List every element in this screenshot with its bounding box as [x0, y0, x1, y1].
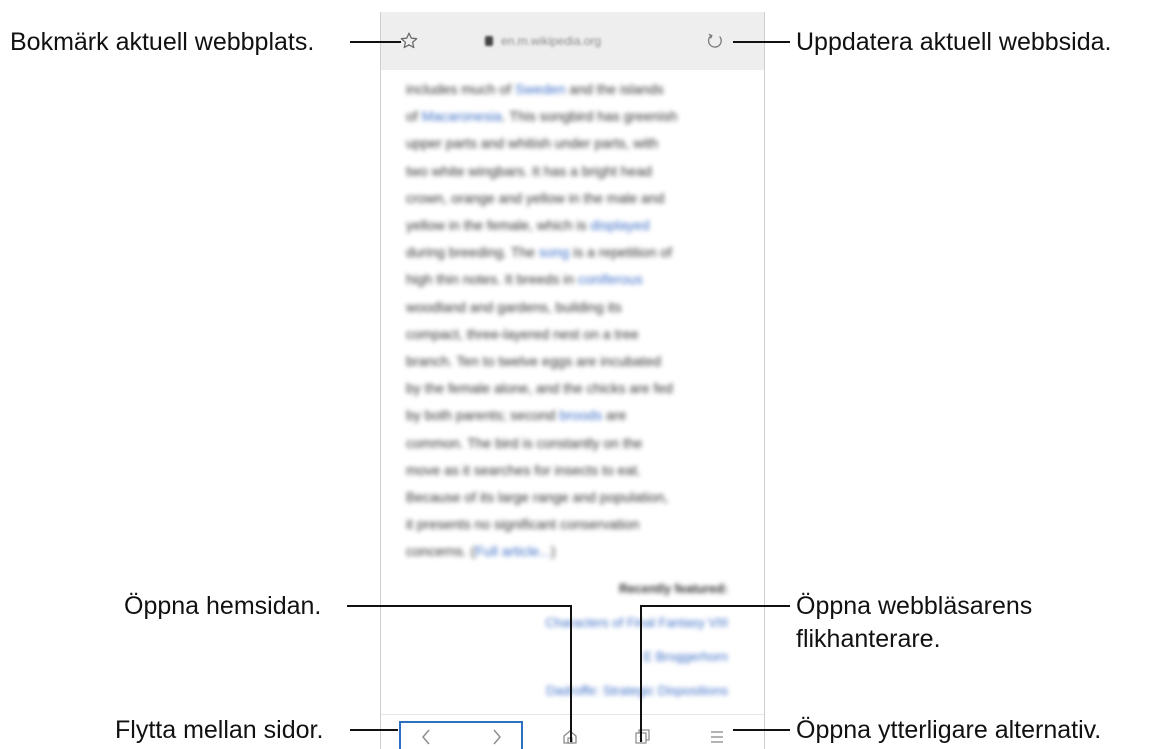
article-text: by both parents; second [406, 407, 560, 424]
article-text: by the female alone, and the chicks are … [406, 380, 673, 397]
leader-line [570, 605, 572, 742]
article-line: yellow in the female, which is displayed [406, 212, 736, 239]
article-line: high thin notes. It breeds in coniferous [406, 266, 736, 293]
article-line: Because of its large range and populatio… [406, 484, 736, 511]
related-link[interactable]: E Broggerhorn [406, 640, 728, 674]
refresh-icon[interactable] [703, 29, 727, 53]
callout-more-options: Öppna ytterligare alternativ. [796, 716, 1102, 744]
leader-line [347, 605, 572, 607]
article-line: move as it searches for insects to eat. [406, 457, 736, 484]
url-text: en.m.wikipedia.org [501, 34, 602, 48]
article-line: two white wingbars. It has a bright head [406, 158, 736, 185]
related-section: Recently featured: Characters of Final F… [406, 572, 728, 708]
leader-line [350, 41, 401, 43]
bottom-toolbar: 1 [381, 714, 764, 749]
url-field[interactable]: en.m.wikipedia.org [485, 32, 601, 50]
related-link[interactable]: Dadroffe: Strategic Dispositions [406, 674, 728, 708]
related-heading: Recently featured: [618, 582, 728, 596]
callout-tab-manager-line1: Öppna webbläsarens [796, 592, 1033, 620]
article-line: by both parents; second broods are [406, 402, 736, 429]
article-text: woodland and gardens, building its [406, 298, 622, 315]
menu-icon[interactable] [705, 725, 729, 749]
article-text: of [406, 108, 422, 125]
related-link[interactable]: Characters of Final Fantasy VIII [406, 606, 728, 640]
article-text: two white wingbars. It has a bright head [406, 162, 652, 179]
leader-line [350, 729, 398, 731]
article-line: branch. Ten to twelve eggs are incubated [406, 348, 736, 375]
article-line: during breeding. The song is a repetitio… [406, 239, 736, 266]
article-body: includes much of Sweden and the islands o… [406, 70, 736, 566]
browser-screen: en.m.wikipedia.org includes much of Swed… [380, 12, 765, 749]
article-line: upper parts and whitish under parts, wit… [406, 130, 736, 157]
callout-tab-manager-line2: flikhanterare. [796, 625, 941, 653]
article-text: crown, orange and yellow in the male and [406, 189, 665, 206]
article-text: are [602, 407, 627, 424]
manual-illustration: en.m.wikipedia.org includes much of Swed… [0, 0, 1150, 749]
callout-navigate: Flytta mellan sidor. [115, 716, 324, 744]
article-line: woodland and gardens, building its [406, 294, 736, 321]
article-text: common. The bird is constantly on the [406, 434, 643, 451]
article-text: and the islands [565, 81, 664, 97]
article-line: it presents no significant conservation [406, 511, 736, 538]
callout-bookmark: Bokmärk aktuell webbplats. [10, 28, 315, 56]
leader-line [640, 605, 642, 742]
callout-refresh: Uppdatera aktuell webbsida. [796, 28, 1112, 56]
article-line: compact, three-layered nest on a tree [406, 321, 736, 348]
article-text: branch. Ten to twelve eggs are incubated [406, 353, 662, 370]
article-line: includes much of Sweden and the islands [406, 76, 736, 103]
article-text: upper parts and whitish under parts, wit… [406, 135, 659, 152]
article-link[interactable]: Sweden [515, 81, 566, 97]
leader-line [640, 605, 790, 607]
leader-line [733, 729, 790, 731]
article-text: yellow in the female, which is [406, 217, 591, 234]
article-text: . This songbird has greenish [501, 108, 678, 125]
chevron-left-icon[interactable] [414, 725, 438, 749]
article-text: compact, three-layered nest on a tree [406, 325, 639, 342]
leader-line [733, 41, 790, 43]
article-line: crown, orange and yellow in the male and [406, 185, 736, 212]
article-text: concerns. ( [406, 543, 476, 560]
article-line: of Macaronesia. This songbird has greeni… [406, 103, 736, 130]
article-text: Because of its large range and populatio… [406, 489, 669, 506]
article-text: includes much of [406, 81, 515, 97]
lock-icon [485, 36, 493, 46]
article-link[interactable]: Macaronesia [422, 108, 502, 124]
article-link[interactable]: displayed [590, 217, 649, 233]
article-text: ) [550, 543, 556, 560]
chevron-right-icon[interactable] [485, 725, 509, 749]
article-link[interactable]: Full article... [475, 543, 550, 559]
address-bar: en.m.wikipedia.org [381, 12, 764, 70]
article-link[interactable]: broods [559, 407, 602, 423]
article-text: it presents no significant conservation [406, 516, 640, 533]
article-line: by the female alone, and the chicks are … [406, 375, 736, 402]
article-text: move as it searches for insects to eat. [406, 461, 641, 478]
callout-home: Öppna hemsidan. [124, 592, 322, 620]
article-text: is a repetition of [569, 244, 672, 261]
article-line: common. The bird is constantly on the [406, 430, 736, 457]
article-line: concerns. (Full article...) [406, 538, 736, 565]
tabs-icon[interactable]: 1 [631, 725, 655, 749]
article-link[interactable]: song [539, 244, 569, 260]
article-link[interactable]: coniferous [578, 271, 643, 287]
article-text: during breeding. The [406, 244, 539, 261]
article-text: high thin notes. It breeds in [406, 271, 578, 288]
